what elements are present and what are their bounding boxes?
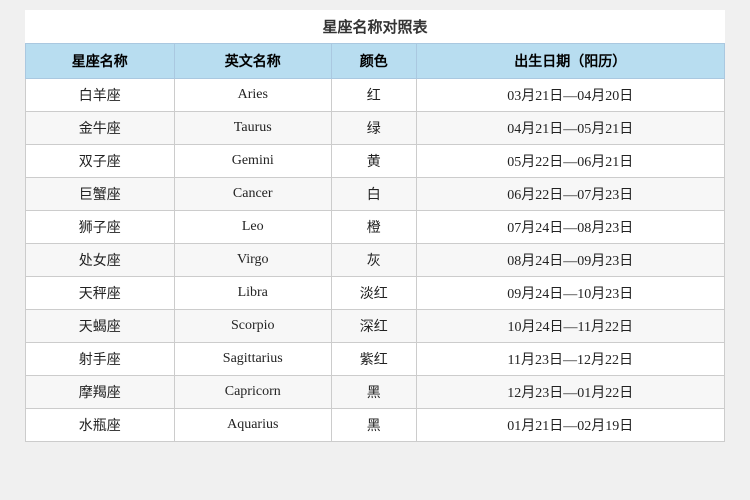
cell-date: 08月24日—09月23日 — [416, 244, 725, 277]
cell-english: Scorpio — [174, 310, 331, 343]
cell-english: Aries — [174, 79, 331, 112]
cell-color: 橙 — [331, 211, 416, 244]
cell-date: 11月23日—12月22日 — [416, 343, 725, 376]
cell-color: 紫红 — [331, 343, 416, 376]
cell-color: 白 — [331, 178, 416, 211]
cell-chinese: 白羊座 — [26, 79, 175, 112]
col-header-chinese: 星座名称 — [26, 44, 175, 79]
cell-color: 深红 — [331, 310, 416, 343]
cell-date: 04月21日—05月21日 — [416, 112, 725, 145]
table-row: 金牛座Taurus绿04月21日—05月21日 — [26, 112, 725, 145]
page-title: 星座名称对照表 — [25, 10, 725, 43]
table-header-row: 星座名称 英文名称 颜色 出生日期（阳历） — [26, 44, 725, 79]
col-header-date: 出生日期（阳历） — [416, 44, 725, 79]
cell-date: 10月24日—11月22日 — [416, 310, 725, 343]
table-row: 狮子座Leo橙07月24日—08月23日 — [26, 211, 725, 244]
cell-english: Gemini — [174, 145, 331, 178]
cell-english: Cancer — [174, 178, 331, 211]
cell-chinese: 水瓶座 — [26, 409, 175, 442]
cell-color: 黑 — [331, 376, 416, 409]
cell-chinese: 天蝎座 — [26, 310, 175, 343]
cell-chinese: 摩羯座 — [26, 376, 175, 409]
cell-chinese: 巨蟹座 — [26, 178, 175, 211]
cell-english: Aquarius — [174, 409, 331, 442]
cell-chinese: 天秤座 — [26, 277, 175, 310]
cell-english: Libra — [174, 277, 331, 310]
cell-chinese: 处女座 — [26, 244, 175, 277]
table-row: 射手座Sagittarius紫红11月23日—12月22日 — [26, 343, 725, 376]
cell-chinese: 双子座 — [26, 145, 175, 178]
zodiac-table: 星座名称 英文名称 颜色 出生日期（阳历） 白羊座Aries红03月21日—04… — [25, 43, 725, 442]
cell-color: 灰 — [331, 244, 416, 277]
cell-english: Virgo — [174, 244, 331, 277]
table-row: 天蝎座Scorpio深红10月24日—11月22日 — [26, 310, 725, 343]
cell-date: 01月21日—02月19日 — [416, 409, 725, 442]
cell-color: 淡红 — [331, 277, 416, 310]
table-row: 双子座Gemini黄05月22日—06月21日 — [26, 145, 725, 178]
table-row: 水瓶座Aquarius黑01月21日—02月19日 — [26, 409, 725, 442]
cell-chinese: 射手座 — [26, 343, 175, 376]
cell-english: Taurus — [174, 112, 331, 145]
table-row: 巨蟹座Cancer白06月22日—07月23日 — [26, 178, 725, 211]
col-header-color: 颜色 — [331, 44, 416, 79]
cell-color: 黑 — [331, 409, 416, 442]
col-header-english: 英文名称 — [174, 44, 331, 79]
cell-english: Sagittarius — [174, 343, 331, 376]
table-row: 白羊座Aries红03月21日—04月20日 — [26, 79, 725, 112]
cell-date: 09月24日—10月23日 — [416, 277, 725, 310]
cell-color: 黄 — [331, 145, 416, 178]
table-row: 摩羯座Capricorn黑12月23日—01月22日 — [26, 376, 725, 409]
main-container: 星座名称对照表 星座名称 英文名称 颜色 出生日期（阳历） 白羊座Aries红0… — [25, 10, 725, 442]
cell-date: 07月24日—08月23日 — [416, 211, 725, 244]
cell-date: 06月22日—07月23日 — [416, 178, 725, 211]
cell-date: 03月21日—04月20日 — [416, 79, 725, 112]
cell-chinese: 狮子座 — [26, 211, 175, 244]
table-row: 天秤座Libra淡红09月24日—10月23日 — [26, 277, 725, 310]
cell-color: 红 — [331, 79, 416, 112]
table-row: 处女座Virgo灰08月24日—09月23日 — [26, 244, 725, 277]
cell-date: 12月23日—01月22日 — [416, 376, 725, 409]
cell-chinese: 金牛座 — [26, 112, 175, 145]
cell-english: Leo — [174, 211, 331, 244]
cell-english: Capricorn — [174, 376, 331, 409]
cell-color: 绿 — [331, 112, 416, 145]
cell-date: 05月22日—06月21日 — [416, 145, 725, 178]
